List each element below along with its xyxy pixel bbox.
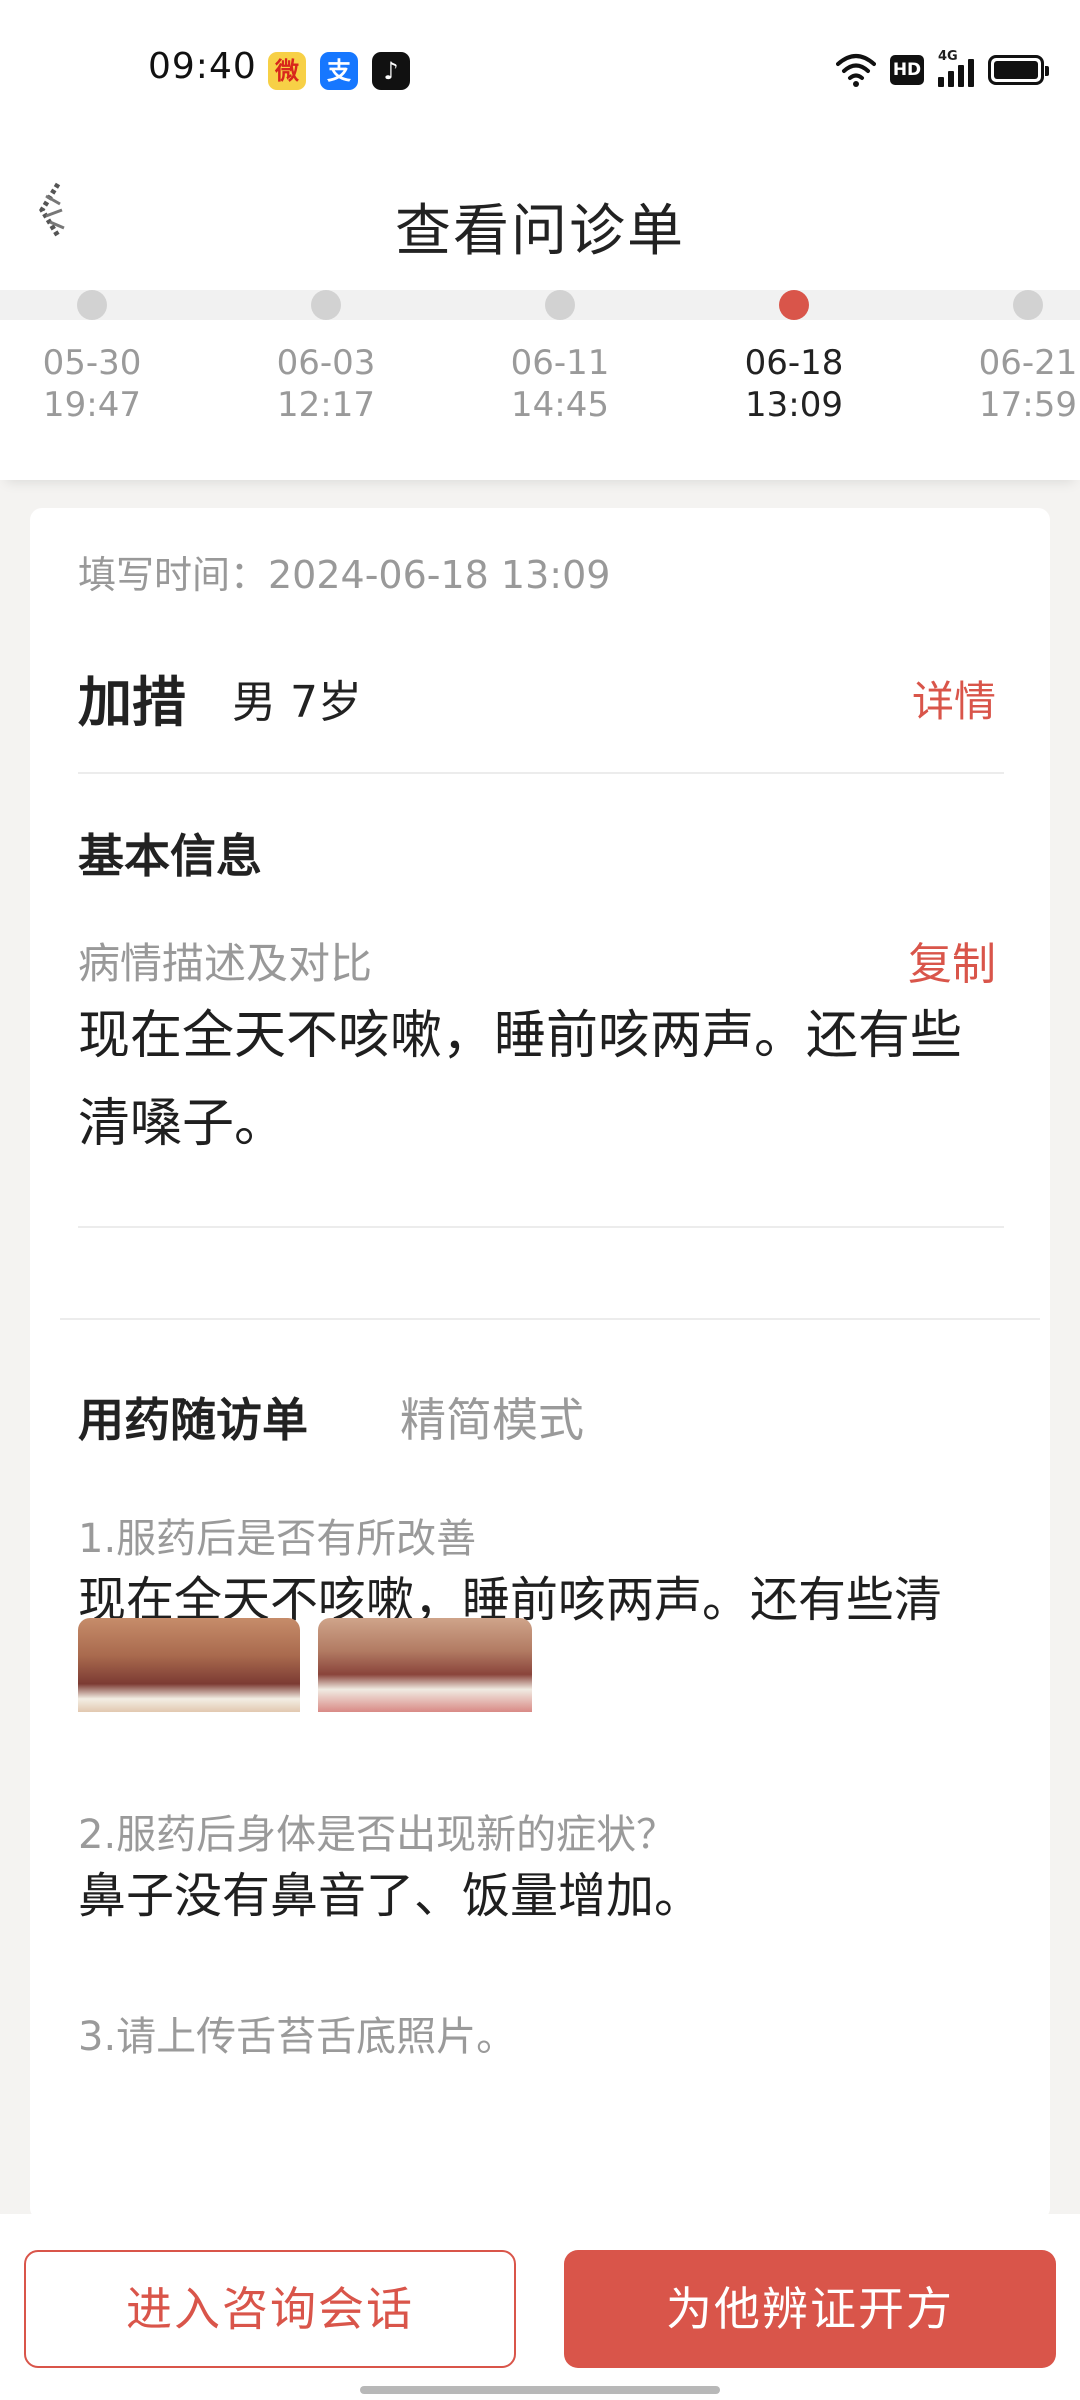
divider bbox=[78, 772, 1004, 774]
battery-icon bbox=[988, 55, 1049, 85]
copy-button[interactable]: 复制 bbox=[908, 928, 996, 992]
timeline-dot bbox=[311, 290, 341, 320]
status-time: 09:40 bbox=[148, 46, 257, 87]
visit-timeline: 05-30 19:47 06-03 12:17 06-11 14:45 06-1… bbox=[0, 290, 1080, 480]
weibo-icon: 微 bbox=[268, 52, 306, 90]
timeline-time: 12:17 bbox=[277, 385, 375, 425]
section-divider bbox=[60, 1318, 1040, 1320]
timeline-date: 06-03 bbox=[276, 343, 376, 383]
enter-consultation-button[interactable]: 进入咨询会话 bbox=[24, 2250, 516, 2368]
timeline-item[interactable]: 06-21 17:59 bbox=[943, 290, 1080, 426]
basic-info-title: 基本信息 bbox=[78, 829, 262, 883]
timeline-date: 05-30 bbox=[42, 343, 142, 383]
question-answer: 鼻子没有鼻音了、饭量增加。 bbox=[78, 1868, 703, 1924]
timeline-dot bbox=[77, 290, 107, 320]
page-title: 查看问诊单 bbox=[395, 199, 685, 264]
signal-icon: 4G bbox=[938, 49, 974, 87]
timeline-dot bbox=[545, 290, 575, 320]
patient-info: 男 7岁 bbox=[232, 677, 362, 728]
status-indicators: HD 4G bbox=[836, 49, 1049, 90]
timeline-date: 06-11 bbox=[510, 343, 610, 383]
tiktok-icon: ♪ bbox=[372, 52, 410, 90]
condition-label: 病情描述及对比 bbox=[78, 939, 373, 988]
network-type: 4G bbox=[938, 49, 958, 64]
timeline-time: 17:59 bbox=[979, 385, 1077, 425]
simple-mode-toggle[interactable]: 精简模式 bbox=[400, 1384, 584, 1450]
condition-text-line1: 现在全天不咳嗽，睡前咳两声。还有些 bbox=[78, 1006, 963, 1066]
timeline-item[interactable]: 06-03 12:17 bbox=[241, 290, 411, 426]
prescribe-button[interactable]: 为他辨证开方 bbox=[564, 2250, 1056, 2368]
consultation-card: 填写时间：2024-06-18 13:09 加措 男 7岁 详情 基本信息 病情… bbox=[30, 508, 1050, 2220]
details-link[interactable]: 详情 bbox=[912, 668, 996, 729]
timeline-time: 13:09 bbox=[745, 385, 843, 425]
tongue-photo-thumbnail[interactable] bbox=[78, 1618, 300, 1712]
home-indicator[interactable] bbox=[360, 2386, 720, 2394]
wifi-icon bbox=[836, 54, 876, 87]
timeline-dot bbox=[1013, 290, 1043, 320]
followup-title: 用药随访单 bbox=[78, 1393, 308, 1447]
fill-time: 填写时间：2024-06-18 13:09 bbox=[78, 553, 611, 597]
timeline-time: 14:45 bbox=[511, 385, 609, 425]
question-label: 2.服药后身体是否出现新的症状？ bbox=[78, 1812, 677, 1858]
tongue-photo-thumbnail[interactable] bbox=[318, 1618, 532, 1712]
hd-badge: HD bbox=[890, 55, 924, 85]
header: 查看问诊单 bbox=[0, 140, 1080, 290]
status-bar: 09:40 微 支 ♪ HD 4G bbox=[0, 0, 1080, 140]
timeline-date: 06-21 bbox=[978, 343, 1078, 383]
patient-name: 加措 bbox=[78, 671, 186, 734]
timeline-item[interactable]: 05-30 19:47 bbox=[7, 290, 177, 426]
timeline-item-active[interactable]: 06-18 13:09 bbox=[709, 290, 879, 426]
timeline-dot bbox=[779, 290, 809, 320]
condition-text-line2: 清嗓子。 bbox=[78, 1094, 287, 1154]
timeline-time: 19:47 bbox=[43, 385, 141, 425]
alipay-icon: 支 bbox=[320, 52, 358, 90]
divider bbox=[78, 1226, 1004, 1228]
question-label: 1.服药后是否有所改善 bbox=[78, 1516, 477, 1562]
timeline-date: 06-18 bbox=[744, 343, 844, 383]
bottom-action-bar: 进入咨询会话 为他辨证开方 bbox=[0, 2214, 1080, 2400]
question-label: 3.请上传舌苔舌底照片。 bbox=[78, 2014, 517, 2060]
timeline-item[interactable]: 06-11 14:45 bbox=[475, 290, 645, 426]
